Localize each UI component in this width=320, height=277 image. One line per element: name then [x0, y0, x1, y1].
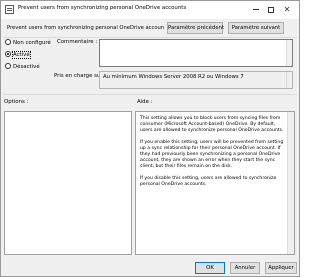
radio-circle-selected — [5, 50, 11, 57]
header-divider — [3, 37, 297, 38]
window-title: Prevent users from synchronizing persona… — [18, 5, 187, 11]
section-divider — [3, 94, 297, 95]
radio-not-configured[interactable]: Non configuré — [5, 38, 51, 48]
radio-circle — [5, 62, 11, 69]
comment-label: Commentaire : — [57, 39, 98, 45]
help-paragraph: This setting allows you to block users f… — [140, 116, 284, 133]
previous-setting-button[interactable]: Paramètre précédent — [167, 22, 224, 34]
close-button[interactable]: ✕ — [280, 3, 294, 16]
ok-button[interactable]: OK — [195, 262, 225, 274]
minimize-icon — [253, 9, 259, 10]
policy-dialog: Prevent users from synchronizing persona… — [0, 0, 300, 277]
title-bar[interactable]: Prevent users from synchronizing persona… — [1, 1, 299, 19]
comment-scrollbar[interactable] — [286, 40, 292, 66]
maximize-button[interactable] — [264, 3, 278, 16]
policy-icon — [5, 5, 14, 14]
maximize-icon — [268, 6, 274, 13]
supported-on-field: Au minimum Windows Server 2008 R2 ou Win… — [99, 71, 293, 89]
help-paragraph: If you disable this setting, users are a… — [140, 176, 277, 187]
supported-on-value: Au minimum Windows Server 2008 R2 ou Win… — [103, 74, 244, 80]
help-paragraph: If you enable this setting, users will b… — [140, 140, 284, 169]
radio-circle — [5, 38, 11, 45]
radio-disabled[interactable]: Désactivé — [5, 62, 40, 72]
options-label: Options : — [4, 99, 29, 105]
help-pane: This setting allows you to block users f… — [135, 111, 295, 255]
help-scrollbar[interactable] — [287, 112, 294, 254]
radio-not-configured-label: Non configuré — [13, 40, 51, 46]
next-setting-button[interactable]: Paramètre suivant — [228, 22, 284, 34]
apply-button[interactable]: Appliquer — [265, 262, 297, 274]
setting-name: Prevent users from synchronizing persona… — [4, 23, 164, 33]
cancel-button[interactable]: Annuler — [230, 262, 260, 274]
minimize-button[interactable] — [249, 3, 263, 16]
comment-input[interactable] — [99, 39, 293, 67]
options-pane — [4, 111, 132, 255]
radio-enabled[interactable]: Activé — [5, 50, 31, 60]
radio-enabled-label: Activé — [12, 51, 31, 59]
supported-on-scrollbar[interactable] — [286, 72, 292, 88]
help-label: Aide : — [137, 99, 153, 105]
radio-disabled-label: Désactivé — [13, 64, 40, 70]
